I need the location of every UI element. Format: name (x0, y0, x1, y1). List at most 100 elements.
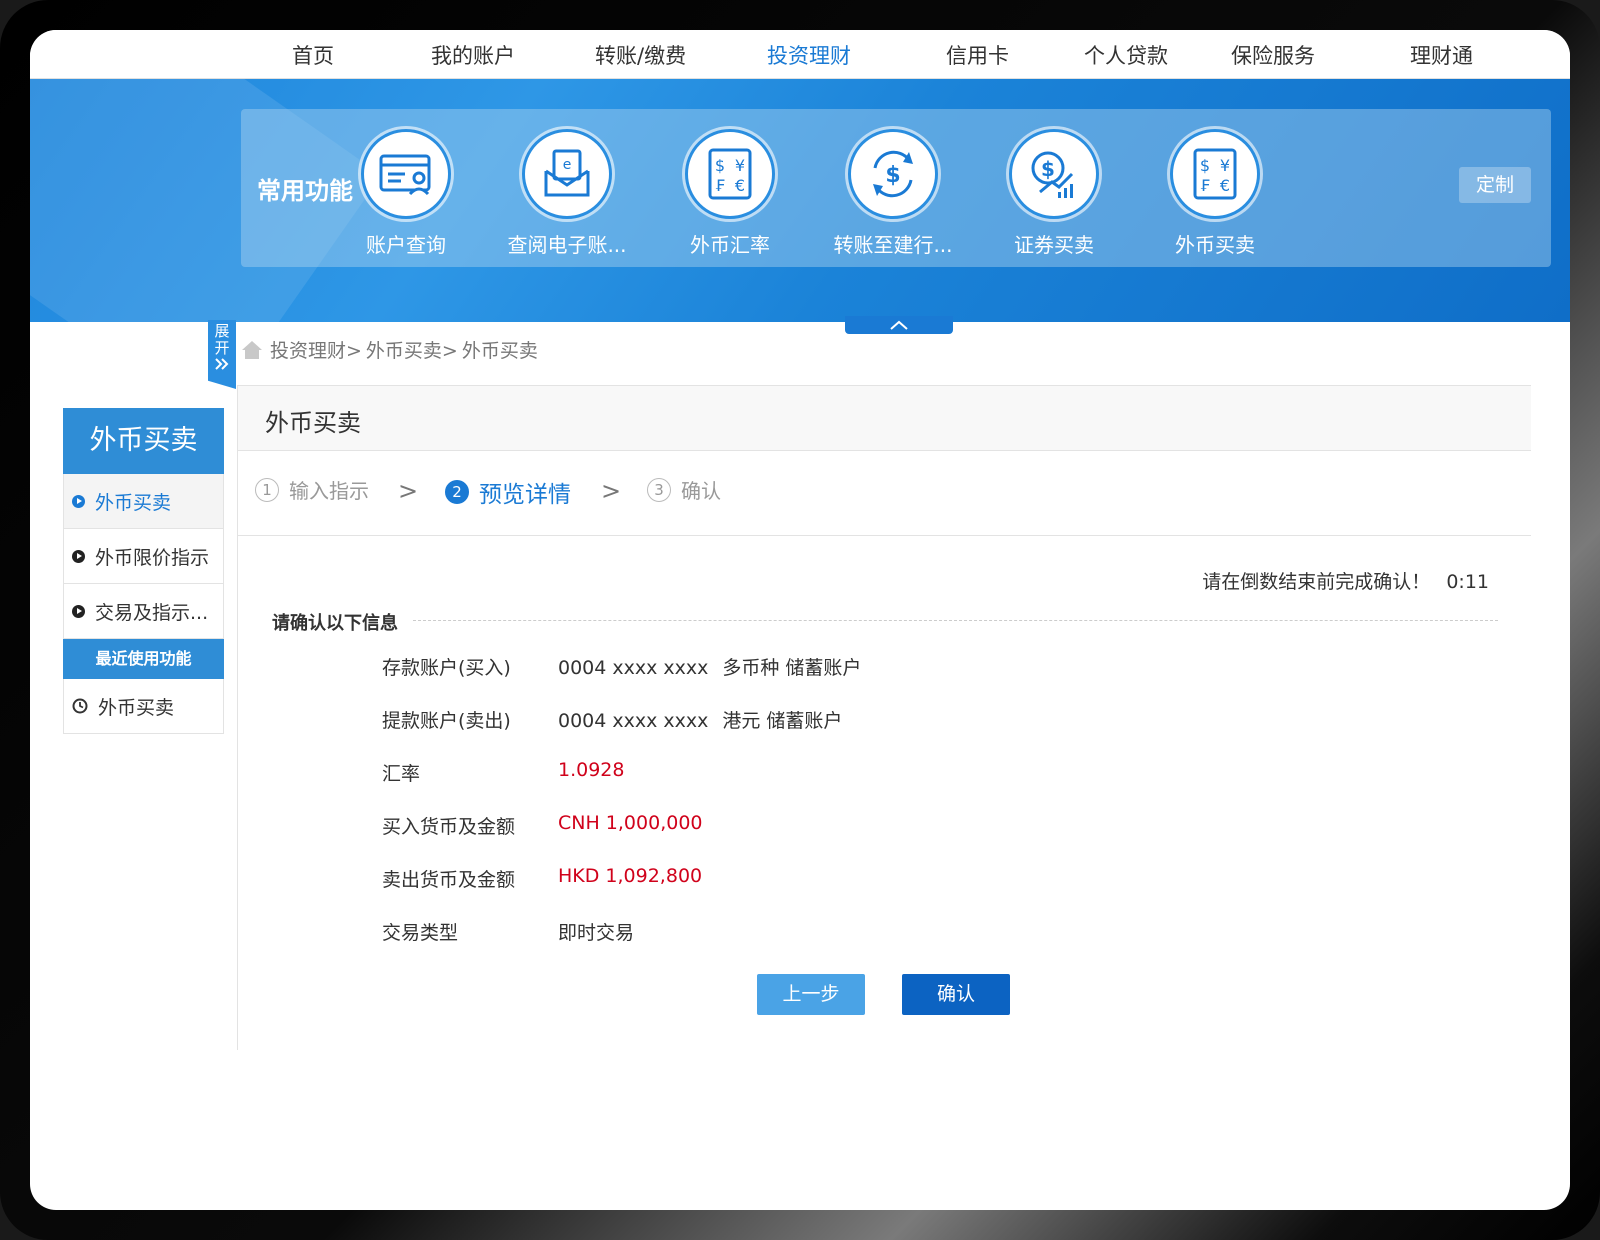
quick-item-label: 转账至建行... (833, 233, 953, 257)
account-number: 0004 xxxx xxxx (558, 657, 709, 679)
play-bullet-icon (72, 494, 85, 508)
quick-item-account-inquiry[interactable]: 账户查询 (331, 129, 481, 258)
quick-item-fx-rate[interactable]: $ ¥ ₣ € 外币汇率 (655, 129, 805, 258)
customize-button[interactable]: 定制 (1459, 167, 1531, 203)
previous-step-button[interactable]: 上一步 (757, 974, 865, 1015)
account-type: 多币种 储蓄账户 (722, 657, 862, 679)
nav-personal-loan[interactable]: 个人贷款 (1084, 40, 1168, 70)
confirm-heading: 请确认以下信息 (272, 613, 398, 634)
step-label: 输入指示 (289, 479, 369, 503)
sidebar-item-label: 外币买卖 (95, 491, 172, 514)
nav-credit-card[interactable]: 信用卡 (946, 40, 1009, 70)
sidebar: 外币买卖 外币买卖 外币限价指示 交易及指示... 最近使用功能 外币买卖 (63, 408, 224, 734)
divider (413, 620, 1498, 621)
row-value: CNH 1,000,000 (558, 812, 703, 834)
quick-item-label: 外币买卖 (1175, 233, 1255, 257)
play-bullet-icon (72, 604, 85, 618)
play-bullet-icon (72, 549, 85, 563)
countdown-notice: 请在倒数结束前完成确认！ 0:11 (1202, 567, 1489, 594)
account-card-icon (361, 129, 451, 219)
nav-home[interactable]: 首页 (292, 40, 334, 70)
browser-screen: 首页 我的账户 转账/缴费 投资理财 信用卡 个人贷款 保险服务 理财通 常用功… (30, 30, 1570, 1210)
sidebar-item-fx-trading[interactable]: 外币买卖 (63, 474, 224, 529)
step-number: 3 (647, 477, 671, 502)
panel-header: 外币买卖 (238, 385, 1531, 451)
breadcrumb-item[interactable]: 外币买卖> (366, 336, 458, 363)
svg-text:$: $ (1200, 156, 1210, 175)
dollar-transfer-icon: $ (848, 129, 938, 219)
countdown-timer: 0:11 (1446, 571, 1489, 593)
nav-insurance[interactable]: 保险服务 (1231, 40, 1315, 70)
recent-item-fx-trading[interactable]: 外币买卖 (63, 679, 224, 734)
quick-item-label: 查阅电子账... (507, 233, 627, 257)
account-type: 港元 储蓄账户 (722, 710, 843, 732)
nav-transfer-payment[interactable]: 转账/缴费 (595, 40, 686, 70)
step-preview: 2 预览详情 (445, 475, 571, 509)
svg-text:€: € (735, 176, 745, 195)
sidebar-title: 外币买卖 (63, 408, 224, 474)
expand-tab-char: 展 (214, 322, 230, 340)
breadcrumb: 投资理财> 外币买卖> 外币买卖 (240, 336, 542, 363)
quick-item-fx-trading[interactable]: $ ¥ ₣ € 外币买卖 (1140, 129, 1290, 258)
nav-investment[interactable]: 投资理财 (767, 40, 851, 70)
main-panel: 外币买卖 1 输入指示 > 2 预览详情 > 3 确认 请在倒数结束前完成确认！… (237, 385, 1531, 1050)
quick-item-securities[interactable]: $ 证券买卖 (979, 129, 1129, 258)
device-frame: 首页 我的账户 转账/缴费 投资理财 信用卡 个人贷款 保险服务 理财通 常用功… (0, 0, 1600, 1240)
securities-chart-icon: $ (1009, 129, 1099, 219)
step-number: 1 (255, 477, 279, 502)
breadcrumb-item[interactable]: 投资理财> (270, 336, 362, 363)
countdown-text: 请在倒数结束前完成确认！ (1202, 571, 1431, 593)
svg-text:e: e (563, 157, 572, 173)
chevron-right-icon: > (601, 477, 622, 505)
nav-wealth-link[interactable]: 理财通 (1410, 40, 1473, 70)
clock-icon (72, 698, 88, 714)
currency-symbols-icon: $ ¥ ₣ € (1170, 129, 1260, 219)
row-value: 0004 xxxx xxxx 多币种 储蓄账户 (558, 653, 861, 680)
step-label: 确认 (681, 479, 721, 503)
quick-functions-banner: 常用功能 账户查询 e 查阅电子账... $ ¥ ₣ € 外币汇率 $ 转账至建… (30, 79, 1570, 322)
quick-item-label: 账户查询 (366, 233, 446, 257)
breadcrumb-item: 外币买卖 (461, 340, 538, 362)
row-value: 1.0928 (558, 759, 625, 781)
double-chevron-right-icon (215, 358, 229, 370)
quick-item-label: 外币汇率 (690, 233, 770, 257)
quick-functions-panel: 常用功能 账户查询 e 查阅电子账... $ ¥ ₣ € 外币汇率 $ 转账至建… (241, 109, 1551, 267)
step-number: 2 (445, 480, 469, 504)
nav-my-account[interactable]: 我的账户 (431, 40, 515, 70)
svg-text:₣: ₣ (1200, 176, 1210, 195)
account-number: 0004 xxxx xxxx (558, 710, 709, 732)
sidebar-item-fx-limit-order[interactable]: 外币限价指示 (63, 529, 224, 584)
home-icon[interactable] (240, 339, 264, 361)
sidebar-item-label: 交易及指示... (95, 601, 209, 624)
recent-functions-header: 最近使用功能 (63, 639, 224, 679)
collapse-banner-tab[interactable] (845, 316, 953, 334)
sidebar-item-transactions[interactable]: 交易及指示... (63, 584, 224, 639)
row-value: HKD 1,092,800 (558, 865, 703, 887)
row-value: 0004 xxxx xxxx 港元 储蓄账户 (558, 706, 842, 733)
step-indicator: 1 输入指示 > 2 预览详情 > 3 确认 (255, 475, 1525, 511)
svg-text:$: $ (715, 156, 725, 175)
top-navigation: 首页 我的账户 转账/缴费 投资理财 信用卡 个人贷款 保险服务 理财通 (30, 30, 1570, 79)
row-label: 买入货币及金额 (382, 816, 516, 838)
e-statement-envelope-icon: e (522, 129, 612, 219)
quick-item-e-statement[interactable]: e 查阅电子账... (492, 129, 642, 258)
svg-text:$: $ (1041, 157, 1055, 181)
step-label: 预览详情 (479, 482, 571, 508)
currency-symbols-icon: $ ¥ ₣ € (685, 129, 775, 219)
row-label: 存款账户(买入) (382, 657, 511, 679)
svg-text:₣: ₣ (715, 176, 725, 195)
page-title: 外币买卖 (265, 409, 361, 437)
divider (238, 535, 1531, 536)
quick-item-label: 证券买卖 (1014, 233, 1094, 257)
svg-text:€: € (1220, 176, 1230, 195)
confirm-button[interactable]: 确认 (902, 974, 1010, 1015)
row-value: 即时交易 (558, 922, 635, 944)
expand-tab-char: 开 (214, 339, 230, 357)
row-label: 交易类型 (382, 922, 459, 944)
svg-text:$: $ (885, 163, 900, 188)
expand-sidebar-tab[interactable]: 展 开 (208, 320, 236, 389)
svg-text:¥: ¥ (1220, 156, 1230, 175)
row-label: 汇率 (382, 763, 421, 785)
quick-item-transfer-ccb[interactable]: $ 转账至建行... (818, 129, 968, 258)
step-input: 1 输入指示 (255, 475, 369, 504)
